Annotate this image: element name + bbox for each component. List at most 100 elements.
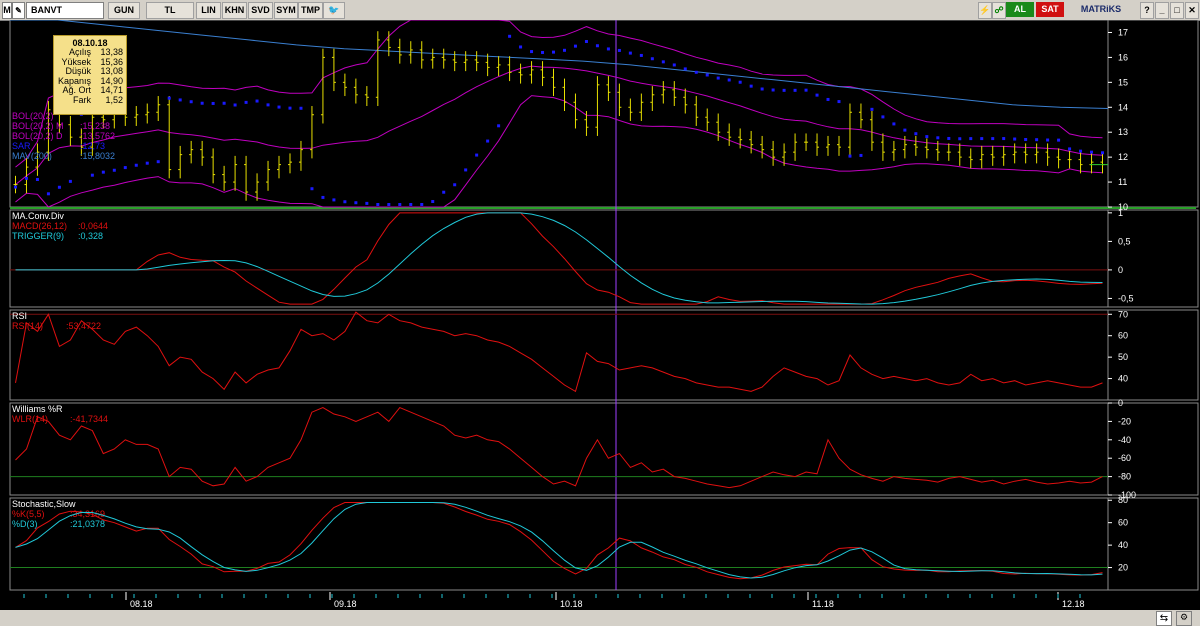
sar-dot — [200, 101, 204, 105]
tmp-button[interactable]: TMP — [298, 2, 323, 19]
sar-dot — [1002, 137, 1006, 141]
sar-dot — [57, 185, 61, 189]
sar-dot — [771, 88, 775, 92]
twitter-icon[interactable]: 🐦 — [323, 2, 345, 19]
chart-canvas[interactable]: 1011121314151617BOL(20,2) BOL(20,2) M:15… — [0, 20, 1200, 610]
sar-dot — [749, 84, 753, 88]
sell-button[interactable]: SAT — [1036, 2, 1064, 17]
price-axis-tick-label: 15 — [1118, 77, 1128, 87]
sar-dot — [266, 103, 270, 107]
macd-axis-tick-label: 0,5 — [1118, 236, 1131, 246]
sar-dot — [24, 176, 28, 180]
legend-value: :12,73 — [80, 141, 105, 151]
symbol-prefix: M — [2, 2, 12, 19]
sar-dot — [409, 203, 413, 207]
rsi-axis-tick-label: 60 — [1118, 331, 1128, 341]
sar-dot — [90, 173, 94, 177]
price-axis-tick-label: 16 — [1118, 52, 1128, 62]
khn-button[interactable]: KHN — [222, 2, 247, 19]
legend-label: MAV(200) — [12, 151, 52, 161]
sar-dot — [870, 107, 874, 111]
stoch-axis-tick-label: 40 — [1118, 540, 1128, 550]
maximize-icon[interactable]: □ — [1170, 2, 1184, 19]
period-button[interactable]: GUN — [108, 2, 140, 19]
sar-dot — [1057, 138, 1061, 142]
sar-dot — [321, 195, 325, 199]
sync-icon[interactable]: ⇆ — [1156, 611, 1172, 626]
williams-axis-tick-label: -40 — [1118, 435, 1131, 445]
sar-dot — [683, 67, 687, 71]
x-tick-label: 12.18 — [1062, 599, 1085, 609]
sar-dot — [475, 153, 479, 157]
sar-dot — [991, 137, 995, 141]
sar-dot — [442, 190, 446, 194]
sar-dot — [13, 185, 17, 189]
ohlc-infobox: 08.10.18 Açılış 13,38 Yüksek 15,36 Düşük 13… — [53, 35, 127, 115]
sym-button[interactable]: SYM — [274, 2, 298, 19]
panel-frame — [9, 497, 1109, 591]
stoch-d-legend-value: :21,0378 — [70, 519, 105, 529]
panel-frame — [9, 20, 1109, 208]
help-icon[interactable]: ? — [1140, 2, 1154, 19]
williams-legend-value: :-41,7344 — [70, 414, 108, 424]
svd-button[interactable]: SVD — [248, 2, 273, 19]
minimize-icon[interactable]: _ — [1155, 2, 1169, 19]
refresh-icon[interactable]: ⚡ — [978, 2, 992, 19]
sar-dot — [376, 203, 380, 207]
symbol-search-icon[interactable]: ✎ — [12, 2, 25, 19]
close-icon[interactable]: ✕ — [1185, 2, 1199, 19]
williams-axis-tick-label: -60 — [1118, 453, 1131, 463]
sar-dot — [1013, 137, 1017, 141]
sar-dot — [1035, 138, 1039, 142]
sar-dot — [112, 168, 116, 172]
legend-label: SAR — [12, 141, 31, 151]
sar-dot — [573, 44, 577, 48]
stoch-axis-tick-label: 80 — [1118, 495, 1128, 505]
x-tick-label: 08.18 — [130, 599, 153, 609]
sar-dot — [1090, 150, 1094, 154]
sar-dot — [277, 105, 281, 109]
sar-dot — [134, 163, 138, 167]
macd-legend-value: :0,0644 — [78, 221, 108, 231]
rsi-axis-tick-label: 40 — [1118, 374, 1128, 384]
sar-dot — [354, 201, 358, 205]
lin-button[interactable]: LIN — [196, 2, 221, 19]
legend-label: BOL(20,2) — [12, 111, 54, 121]
sar-dot — [35, 177, 39, 181]
sar-dot — [310, 187, 314, 191]
sar-dot — [398, 203, 402, 207]
sar-dot — [519, 45, 523, 49]
legend-label: BOL(20,2) M — [12, 121, 64, 131]
sar-dot — [255, 99, 259, 103]
sar-dot — [343, 200, 347, 204]
sar-dot — [156, 160, 160, 164]
sar-dot — [716, 76, 720, 80]
sar-dot — [760, 87, 764, 91]
currency-button[interactable]: TL — [146, 2, 194, 19]
sar-dot — [222, 101, 226, 105]
macd-title: MA.Conv.Div — [12, 211, 64, 221]
trigger-legend-value: :0,328 — [78, 231, 103, 241]
settings-icon[interactable]: ⚙ — [1176, 611, 1192, 626]
sar-dot — [332, 198, 336, 202]
status-bar: ⇆ ⚙ — [0, 610, 1200, 626]
panel-frame — [9, 402, 1109, 496]
symbol-field[interactable]: BANVT — [26, 2, 104, 19]
sar-dot — [892, 122, 896, 126]
williams-axis-tick-label: -80 — [1118, 472, 1131, 482]
link-icon[interactable]: ☍ — [992, 2, 1006, 19]
sar-dot — [694, 70, 698, 74]
sar-dot — [189, 100, 193, 104]
sar-dot — [738, 80, 742, 84]
trigger-legend-label: TRIGGER(9) — [12, 231, 64, 241]
sar-dot — [387, 203, 391, 207]
buy-button[interactable]: AL — [1006, 2, 1034, 17]
price-axis-tick-label: 11 — [1118, 177, 1127, 187]
williams-axis-tick-label: -20 — [1118, 416, 1131, 426]
sar-dot — [837, 100, 841, 104]
sar-dot — [486, 139, 490, 143]
sar-dot — [288, 106, 292, 110]
williams-axis-tick-label: 0 — [1118, 398, 1123, 408]
sar-dot — [101, 170, 105, 174]
sar-dot — [804, 88, 808, 92]
